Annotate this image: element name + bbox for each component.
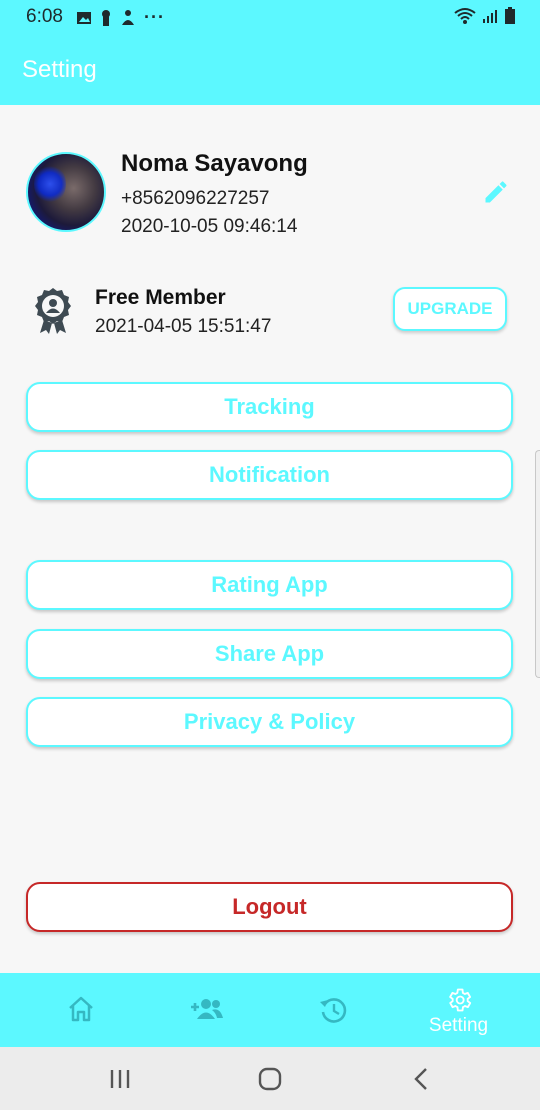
nav-item-history[interactable] <box>265 973 400 1047</box>
home-icon <box>68 996 93 1022</box>
nav-label-setting: Setting <box>428 1015 489 1036</box>
edge-panel-handle[interactable] <box>535 450 540 678</box>
user-name: Noma Sayavong <box>121 150 308 177</box>
membership-title: Free Member <box>95 286 226 309</box>
battery-icon <box>505 7 515 24</box>
back-icon[interactable] <box>402 1065 442 1093</box>
nav-item-home[interactable] <box>13 973 148 1047</box>
status-time: 6:08 <box>26 6 63 27</box>
bottom-navigation: Setting <box>0 973 540 1047</box>
more-icon: ··· <box>144 7 165 27</box>
signal-icon <box>483 10 497 23</box>
status-bar: 6:08 ··· <box>0 0 540 34</box>
image-icon <box>77 11 91 24</box>
nav-item-setting[interactable]: Setting <box>391 973 526 1047</box>
rating-app-button[interactable]: Rating App <box>26 560 513 610</box>
status-icons-right <box>454 7 516 25</box>
logout-button[interactable]: Logout <box>26 882 513 932</box>
add-friend-icon <box>190 999 223 1019</box>
notification-icon <box>122 9 134 25</box>
page-title: Setting <box>22 56 97 83</box>
keyhole-icon <box>102 9 110 26</box>
recent-apps-icon[interactable] <box>100 1065 140 1093</box>
share-app-button[interactable]: Share App <box>26 629 513 679</box>
award-badge-icon <box>35 288 71 334</box>
notification-button[interactable]: Notification <box>26 450 513 500</box>
gear-icon <box>448 988 471 1012</box>
home-circle-icon[interactable] <box>250 1065 290 1093</box>
membership-date: 2021-04-05 15:51:47 <box>95 316 272 337</box>
user-registered-date: 2020-10-05 09:46:14 <box>121 216 298 237</box>
pencil-icon[interactable] <box>482 178 510 206</box>
user-phone: +8562096227257 <box>121 188 270 209</box>
status-icons-left: ··· <box>76 7 165 28</box>
app-bar: Setting <box>0 34 540 105</box>
avatar <box>26 152 106 232</box>
system-navigation-bar <box>0 1047 540 1110</box>
tracking-button[interactable]: Tracking <box>26 382 513 432</box>
nav-item-friends[interactable] <box>139 973 274 1047</box>
wifi-icon <box>454 8 476 24</box>
privacy-policy-button[interactable]: Privacy & Policy <box>26 697 513 747</box>
history-icon <box>319 998 346 1023</box>
upgrade-button[interactable]: UPGRADE <box>393 287 507 331</box>
